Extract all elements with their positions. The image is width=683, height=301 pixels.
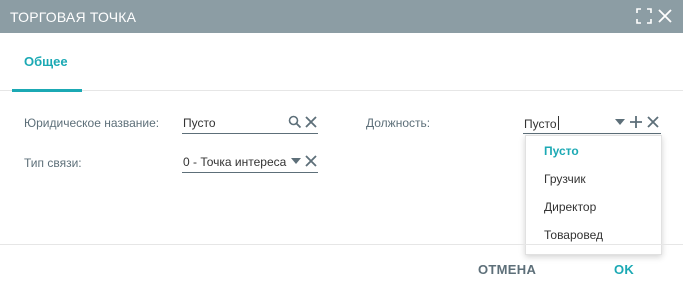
clear-icon[interactable]	[646, 115, 660, 129]
window-title: ТОРГОВАЯ ТОЧКА	[10, 9, 137, 25]
tab-general-label: Общее	[24, 54, 68, 69]
tab-general[interactable]: Общее	[12, 33, 82, 92]
legal-name-field[interactable]: Пусто	[182, 112, 318, 134]
position-label: Должность:	[366, 116, 431, 130]
expand-corners-icon[interactable]	[636, 8, 652, 24]
link-type-value: 0 - Точка интереса	[183, 155, 287, 169]
legal-name-label: Юридическое название:	[24, 116, 160, 130]
position-dropdown-list: Пусто Грузчик Директор Товаровед	[525, 135, 662, 255]
tab-bar: Общее	[0, 33, 683, 92]
dropdown-arrow-icon[interactable]	[613, 115, 627, 129]
dropdown-option-director[interactable]: Директор	[526, 192, 661, 220]
dropdown-option-label: Товаровед	[544, 228, 603, 242]
cancel-button[interactable]: ОТМЕНА	[478, 262, 536, 277]
position-value: Пусто	[524, 117, 557, 131]
dropdown-option-label: Пусто	[544, 144, 579, 158]
dropdown-option-label: Директор	[544, 200, 597, 214]
tab-active-indicator	[12, 89, 82, 92]
window-titlebar: ТОРГОВАЯ ТОЧКА	[0, 0, 683, 33]
dropdown-arrow-icon[interactable]	[289, 154, 303, 168]
footer-divider	[0, 244, 683, 245]
search-icon[interactable]	[288, 115, 302, 129]
legal-name-value: Пусто	[183, 116, 216, 130]
position-input[interactable]: Пусто	[523, 112, 661, 134]
dropdown-option-label: Грузчик	[544, 172, 586, 186]
close-icon[interactable]	[657, 8, 673, 24]
clear-icon[interactable]	[304, 154, 318, 168]
link-type-select[interactable]: 0 - Точка интереса	[182, 151, 318, 173]
dropdown-option-loader[interactable]: Грузчик	[526, 164, 661, 192]
add-icon[interactable]	[629, 115, 643, 129]
position-value-wrap: Пусто	[524, 116, 559, 131]
link-type-label: Тип связи:	[24, 156, 82, 170]
clear-icon[interactable]	[304, 115, 318, 129]
ok-button[interactable]: OK	[614, 262, 634, 277]
dropdown-option-empty[interactable]: Пусто	[526, 136, 661, 164]
text-caret	[557, 116, 559, 130]
